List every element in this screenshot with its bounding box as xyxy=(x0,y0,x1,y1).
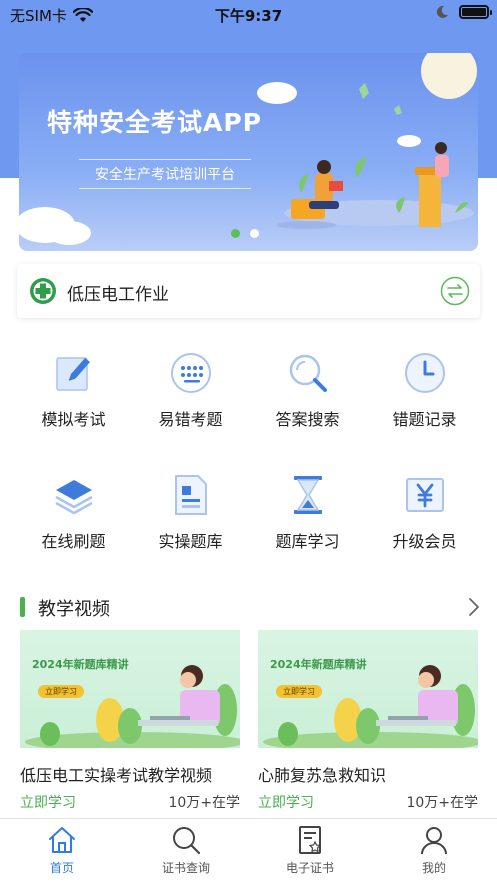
app-screen: 无SIM卡 下午9:37 特种安全考试APP 安全生产考试培训平台 低压电工作业… xyxy=(0,0,497,883)
video-title: 心肺复苏急救知识 xyxy=(258,766,387,785)
swap-icon[interactable] xyxy=(440,276,470,306)
feature-label: 模拟考试 xyxy=(41,410,106,429)
study-now-link[interactable]: 立即学习 xyxy=(258,792,314,812)
tab-e-certificate[interactable]: 电子证书 xyxy=(248,825,372,876)
feature-error-prone[interactable]: 易错考题 xyxy=(132,350,249,460)
learner-count: 10万+在学 xyxy=(406,795,478,811)
tab-profile[interactable]: 我的 xyxy=(372,825,496,876)
chevron-right-icon[interactable] xyxy=(468,597,480,617)
feature-mock-exam[interactable]: 模拟考试 xyxy=(15,350,132,460)
battery-icon xyxy=(459,5,492,19)
feature-bank-study[interactable]: 题库学习 xyxy=(249,472,366,582)
document-icon xyxy=(174,475,207,515)
carousel-dot-2[interactable] xyxy=(250,229,259,238)
feature-online-practice[interactable]: 在线刷题 xyxy=(15,472,132,582)
carousel-indicator xyxy=(231,229,259,238)
search-icon xyxy=(289,354,327,392)
safety-cross-logo xyxy=(30,278,56,304)
video-card[interactable]: 2024年新题库精讲 立即学习 低压电工实操考试教学视频 立即学习 10万+在学 xyxy=(20,630,240,815)
banner-subtitle: 安全生产考试培训平台 xyxy=(79,159,251,189)
subject-selector[interactable]: 低压电工作业 xyxy=(17,264,480,318)
thumbnail-title: 2024年新题库精讲 xyxy=(270,658,367,671)
clock-icon xyxy=(404,353,445,393)
bottom-tab-bar: 首页 证书查询 电子证书 我的 xyxy=(0,818,497,883)
banner-title: 特种安全考试APP xyxy=(47,108,262,137)
status-right xyxy=(435,5,492,19)
tab-label: 证书查询 xyxy=(161,861,210,875)
tab-label: 我的 xyxy=(421,861,446,875)
tab-label: 电子证书 xyxy=(285,861,334,875)
thumbnail-play-chip: 立即学习 xyxy=(276,685,322,698)
feature-upgrade-member[interactable]: 升级会员 xyxy=(366,472,483,582)
banner-illustration xyxy=(19,53,477,245)
learner-count: 10万+在学 xyxy=(168,795,240,811)
video-card[interactable]: 2024年新题库精讲 立即学习 心肺复苏急救知识 立即学习 10万+在学 xyxy=(258,630,478,815)
carousel-dot-1[interactable] xyxy=(231,229,240,238)
section-title: 教学视频 xyxy=(38,599,110,620)
feature-label: 易错考题 xyxy=(158,410,223,429)
subject-label: 低压电工作业 xyxy=(67,285,169,305)
section-accent-bar xyxy=(20,597,25,617)
feature-label: 实操题库 xyxy=(158,532,223,551)
search-icon xyxy=(173,827,201,855)
status-bar: 无SIM卡 下午9:37 xyxy=(0,0,497,30)
feature-label: 错题记录 xyxy=(392,410,457,429)
feature-practical-bank[interactable]: 实操题库 xyxy=(132,472,249,582)
feature-label: 答案搜索 xyxy=(275,410,340,429)
dots-keypad-icon xyxy=(170,353,211,393)
moon-icon xyxy=(436,5,448,18)
thumbnail-title: 2024年新题库精讲 xyxy=(32,658,129,671)
feature-label: 题库学习 xyxy=(275,532,340,551)
hourglass-icon xyxy=(293,476,322,514)
video-thumbnail: 2024年新题库精讲 立即学习 xyxy=(258,630,478,748)
tab-home[interactable]: 首页 xyxy=(0,825,124,876)
user-icon xyxy=(421,827,447,855)
feature-label: 在线刷题 xyxy=(41,532,106,551)
home-icon xyxy=(49,827,75,853)
edit-icon xyxy=(55,357,90,391)
promo-banner[interactable]: 特种安全考试APP 安全生产考试培训平台 xyxy=(19,53,478,251)
certificate-icon xyxy=(299,826,322,854)
feature-answer-search[interactable]: 答案搜索 xyxy=(249,350,366,460)
video-section-header[interactable]: 教学视频 xyxy=(20,595,480,620)
video-thumbnail: 2024年新题库精讲 立即学习 xyxy=(20,630,240,748)
feature-error-record[interactable]: 错题记录 xyxy=(366,350,483,460)
layers-icon xyxy=(54,480,93,515)
clock: 下午9:37 xyxy=(214,7,283,25)
tab-label: 首页 xyxy=(49,861,74,875)
tab-certificate-query[interactable]: 证书查询 xyxy=(124,825,248,876)
video-title: 低压电工实操考试教学视频 xyxy=(20,766,213,785)
thumbnail-play-chip: 立即学习 xyxy=(38,685,84,698)
yen-icon xyxy=(405,478,444,512)
feature-label: 升级会员 xyxy=(392,532,457,551)
study-now-link[interactable]: 立即学习 xyxy=(20,792,76,812)
